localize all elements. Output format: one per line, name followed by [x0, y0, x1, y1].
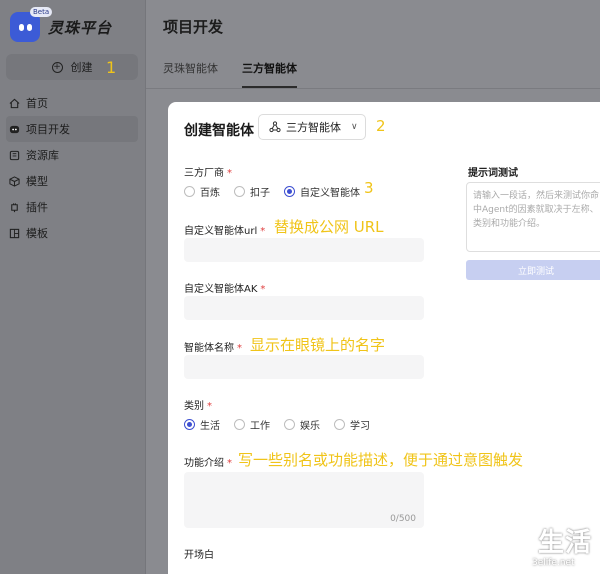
- intro-label: 功能介绍 *: [184, 458, 232, 469]
- header-divider: [146, 88, 600, 89]
- vendor-option-custom[interactable]: 自定义智能体: [284, 184, 360, 199]
- model-icon: [8, 175, 20, 187]
- agent-name-input[interactable]: [184, 355, 424, 379]
- radio-icon: [234, 186, 245, 197]
- watermark-logo-icon: [500, 526, 534, 560]
- sidebar-item-label: 插件: [26, 201, 48, 214]
- watermark: 生活 3elife.net: [498, 520, 600, 574]
- annotation-name-note: 显示在眼镜上的名字: [250, 336, 386, 354]
- vendor-radio-group: 百炼 扣子 自定义智能体: [184, 184, 374, 199]
- prompt-test-label: 提示词测试: [468, 168, 518, 179]
- category-label: 类别 *: [184, 401, 212, 412]
- create-button[interactable]: + 创建: [6, 54, 138, 80]
- page-title: 项目开发: [163, 18, 224, 36]
- agent-type-value: 三方智能体: [286, 121, 341, 134]
- radio-checked-icon: [184, 419, 195, 430]
- name-label: 智能体名称 *: [184, 343, 242, 354]
- intro-counter: 0/500: [390, 514, 416, 524]
- plus-icon: +: [51, 61, 63, 73]
- url-label: 自定义智能体url *: [184, 226, 266, 237]
- annotation-url-note: 替换成公网 URL: [274, 218, 384, 236]
- agent-ak-input[interactable]: [184, 296, 424, 320]
- annotation-1: 1: [106, 58, 117, 77]
- tab-lingzhu-agent[interactable]: 灵珠智能体: [163, 60, 218, 88]
- vendor-option-kouzi[interactable]: 扣子: [234, 184, 270, 199]
- category-option-study[interactable]: 学习: [334, 417, 370, 432]
- radio-icon: [234, 419, 245, 430]
- sidebar-item-project[interactable]: 项目开发: [6, 116, 138, 142]
- create-label: 创建: [70, 61, 93, 74]
- sidebar-item-label: 资源库: [26, 149, 59, 162]
- radio-checked-icon: [284, 186, 295, 197]
- category-option-work[interactable]: 工作: [234, 417, 270, 432]
- radio-icon: [334, 419, 345, 430]
- sidebar-item-library[interactable]: 资源库: [6, 142, 138, 168]
- agent-type-select[interactable]: 三方智能体 ∨: [258, 114, 366, 140]
- sidebar-item-plugin[interactable]: 插件: [6, 194, 138, 220]
- sidebar-item-label: 项目开发: [26, 123, 70, 136]
- annotation-3: 3: [364, 179, 374, 197]
- radio-icon: [184, 186, 195, 197]
- sidebar-item-template[interactable]: 模板: [6, 220, 138, 246]
- ak-label: 自定义智能体AK *: [184, 284, 266, 295]
- sidebar: Beta 灵珠平台 + 创建 1 首页 项目开发 资源库 模型 插件 模板: [0, 0, 146, 574]
- vendor-label: 三方厂商 *: [184, 168, 232, 179]
- agent-url-input[interactable]: [184, 238, 424, 262]
- sidebar-item-model[interactable]: 模型: [6, 168, 138, 194]
- home-icon: [8, 97, 20, 109]
- library-icon: [8, 149, 20, 161]
- intro-textarea[interactable]: 0/500: [184, 472, 424, 528]
- nodes-icon: [269, 121, 281, 133]
- sidebar-item-label: 首页: [26, 97, 48, 110]
- template-icon: [8, 227, 20, 239]
- tab-bar: 灵珠智能体 三方智能体: [163, 60, 321, 88]
- opening-label: 开场白: [184, 550, 214, 561]
- annotation-intro-note: 写一些别名或功能描述，便于通过意图触发: [238, 451, 524, 469]
- modal-title: 创建智能体: [184, 123, 254, 139]
- annotation-2: 2: [376, 117, 386, 135]
- logo-icon: Beta: [10, 7, 53, 42]
- project-icon: [8, 123, 20, 135]
- tab-third-party-agent[interactable]: 三方智能体: [242, 60, 297, 88]
- plugin-icon: [8, 201, 20, 213]
- sidebar-item-home[interactable]: 首页: [6, 90, 138, 116]
- logo-text: 灵珠平台: [48, 18, 113, 37]
- sidebar-nav: 首页 项目开发 资源库 模型 插件 模板: [6, 90, 138, 246]
- logo[interactable]: Beta 灵珠平台: [10, 7, 113, 42]
- watermark-text: 生活: [538, 528, 593, 558]
- vendor-option-bailian[interactable]: 百炼: [184, 184, 220, 199]
- watermark-url: 3elife.net: [532, 558, 575, 568]
- prompt-test-input[interactable]: 请输入一段话，然后来测试你命中Agent的因素就取决于左称、类别和功能介绍。: [466, 182, 600, 252]
- category-radio-group: 生活 工作 娱乐 学习: [184, 417, 384, 432]
- test-now-button[interactable]: 立即测试: [466, 260, 600, 280]
- category-option-fun[interactable]: 娱乐: [284, 417, 320, 432]
- sidebar-item-label: 模型: [26, 175, 48, 188]
- category-option-life[interactable]: 生活: [184, 417, 220, 432]
- radio-icon: [284, 419, 295, 430]
- beta-badge: Beta: [30, 7, 53, 17]
- sidebar-item-label: 模板: [26, 227, 48, 240]
- create-agent-modal: 创建智能体 三方智能体 ∨ 2 三方厂商 * 百炼 扣子 自定义智能体 3 自定义…: [168, 102, 600, 574]
- chevron-down-icon: ∨: [351, 122, 358, 132]
